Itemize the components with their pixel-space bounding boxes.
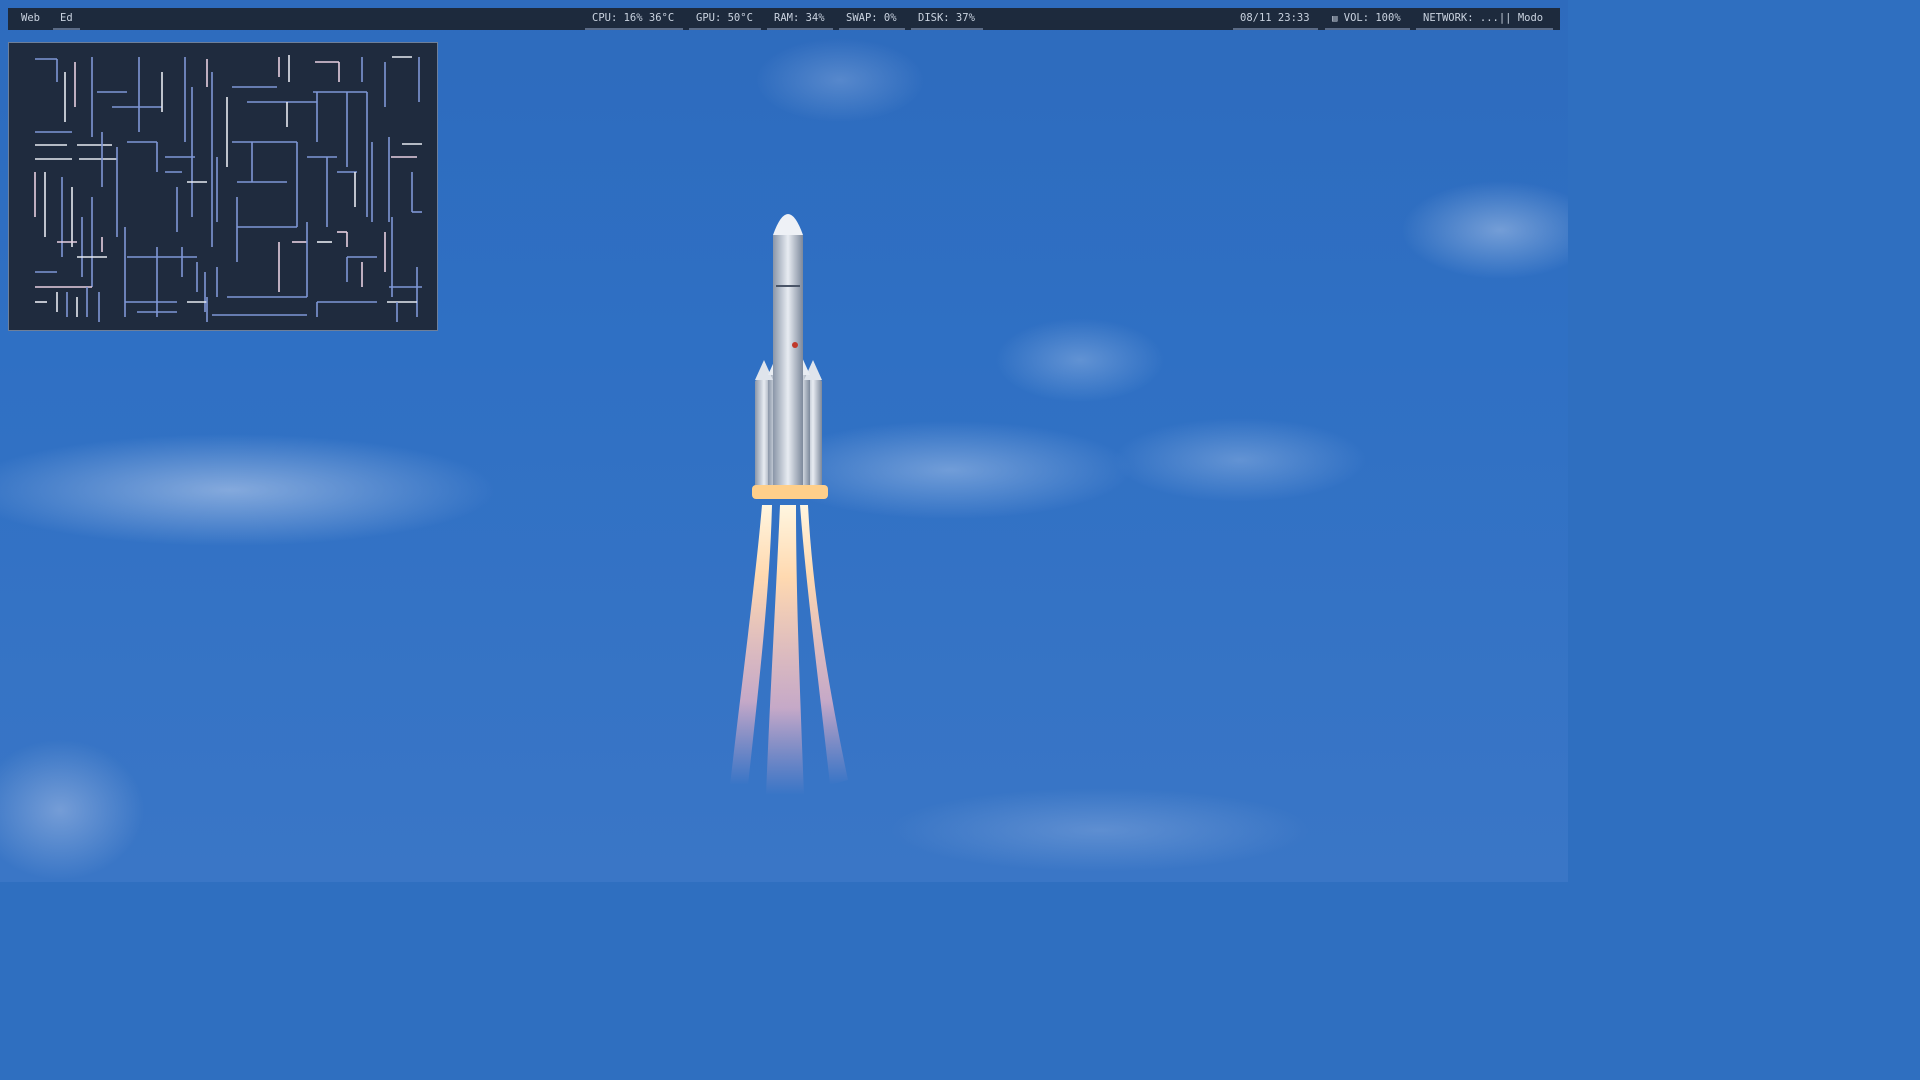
clock-widget[interactable]: 08/11 23:33 xyxy=(1233,8,1318,30)
gpu-widget[interactable]: GPU: 50°C xyxy=(689,8,761,30)
swap-widget[interactable]: SWAP: 0% xyxy=(839,8,905,30)
speaker-icon: ▤ xyxy=(1332,14,1338,24)
workspace-label: Web xyxy=(21,12,40,24)
datetime-label: 08/11 23:33 xyxy=(1240,12,1310,24)
ram-widget[interactable]: RAM: 34% xyxy=(767,8,833,30)
pipes-screensaver-icon xyxy=(34,55,422,322)
network-widget[interactable]: NETWORK: ...|| Modo xyxy=(1416,8,1553,30)
workspace-ed[interactable]: Ed xyxy=(53,8,80,30)
network-label: NETWORK: ...|| Modo xyxy=(1423,12,1544,24)
cpu-label: CPU: 16% 36°C xyxy=(592,12,675,24)
cpu-widget[interactable]: CPU: 16% 36°C xyxy=(585,8,683,30)
volume-label: VOL: 100% xyxy=(1343,12,1401,24)
disk-label: DISK: 37% xyxy=(918,12,975,24)
rocket-launch-icon xyxy=(730,214,848,795)
workspace-web[interactable]: Web xyxy=(14,8,47,30)
status-bar: Web Ed CPU: 16% 36°C GPU: 50°C RAM: 34% … xyxy=(8,8,1560,30)
gpu-label: GPU: 50°C xyxy=(696,12,753,24)
ram-label: RAM: 34% xyxy=(774,12,825,24)
disk-widget[interactable]: DISK: 37% xyxy=(911,8,983,30)
terminal-window[interactable] xyxy=(8,42,438,331)
swap-label: SWAP: 0% xyxy=(846,12,897,24)
volume-widget[interactable]: ▤ VOL: 100% xyxy=(1325,8,1410,30)
workspace-label: Ed xyxy=(60,12,73,24)
